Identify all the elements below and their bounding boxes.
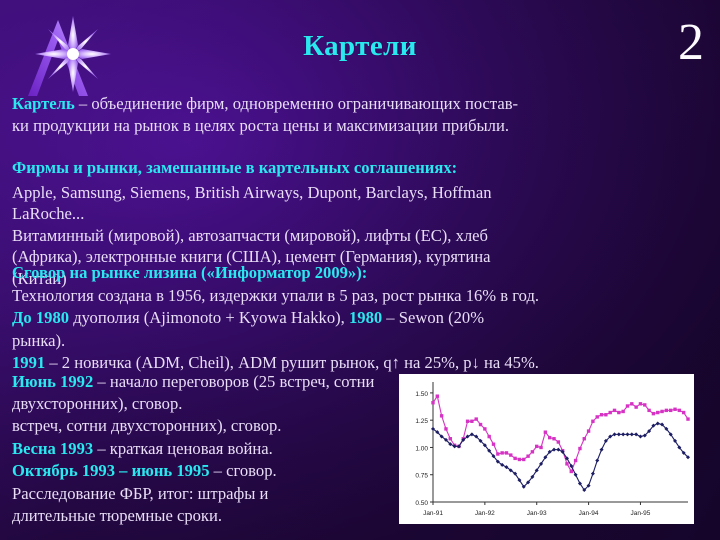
page-title: Картели bbox=[303, 30, 417, 62]
firms-line-3: Витаминный (мировой), автозапчасти (миро… bbox=[12, 225, 488, 245]
x-tick-label: Jan-95 bbox=[631, 510, 651, 517]
timeline-line-1-wrap: встреч, сотни двухсторонних), сговор. bbox=[12, 416, 282, 436]
timeline-line-2: Весна 1993 – краткая ценовая война. bbox=[12, 438, 432, 460]
timeline-line-1: Июнь 1992 – начало переговоров (25 встре… bbox=[12, 371, 432, 414]
case-line-2-mid: дуополия (Ajimonoto + Kyowa Hakko), bbox=[69, 308, 349, 328]
timeline-line-5: длительные тюремные сроки. bbox=[12, 506, 223, 526]
timeline-line-3: Октябрь 1993 – июнь 1995 – сговор. bbox=[12, 460, 432, 482]
timeline-line-3-rest: – сговор. bbox=[209, 461, 277, 481]
case-accent-1991: 1991 bbox=[12, 353, 46, 373]
case-line-3: рынка). bbox=[12, 330, 66, 350]
timeline-accent-oct93-jun95: Октябрь 1993 – июнь 1995 bbox=[12, 461, 210, 481]
firms-line-1: Apple, Samsung, Siemens, British Airways… bbox=[12, 182, 492, 202]
chart-svg: 0.500.751.001.251.50Jan-91 Jan-92 Jan-93 Ja… bbox=[415, 382, 690, 517]
series-magenta bbox=[431, 394, 690, 474]
price-chart: 0.50 0.75 1.00 1.25 1.50 Jan-91 Jan-92 Jan-93 Ja… bbox=[399, 374, 694, 524]
firms-heading: Фирмы и рынки, замешанные в картельных с… bbox=[12, 158, 458, 177]
slide-number: 2 bbox=[678, 14, 704, 71]
timeline-line-2-rest: – краткая ценовая война. bbox=[93, 438, 273, 458]
case-line-1: Технология создана в 1956, издержки упал… bbox=[12, 285, 540, 305]
case-accent-1980: 1980 bbox=[348, 308, 383, 328]
case-line-2-rest: – Sewon (20% bbox=[382, 308, 485, 328]
case-line-2: До 1980 дуополия (Ajimonoto + Kyowa Hakk… bbox=[12, 307, 712, 329]
case-block: Сговор на рынке лизина («Информатор 2009… bbox=[12, 262, 712, 375]
series-navy bbox=[431, 421, 690, 492]
definition-line-1-rest: – объединение фирм, одновременно огранич… bbox=[74, 94, 519, 113]
timeline-block: Июнь 1992 – начало переговоров (25 встре… bbox=[12, 371, 432, 528]
definition-line-1: Картель – объединение фирм, одновременно… bbox=[12, 93, 710, 115]
definition-line-2: ки продукции на рынок в целях роста цены… bbox=[12, 115, 509, 135]
firms-line-2: LaRoche... bbox=[12, 204, 85, 224]
timeline-accent-spring-1993: Весна 1993 bbox=[12, 438, 94, 458]
x-tick-label: Jan-92 bbox=[475, 510, 495, 517]
case-heading: Сговор на рынке лизина («Информатор 2009… bbox=[12, 263, 368, 282]
case-accent-do-1980: До 1980 bbox=[12, 308, 70, 328]
x-tick-label: Jan-93 bbox=[527, 510, 547, 517]
definition-block: Картель – объединение фирм, одновременно… bbox=[12, 93, 710, 136]
timeline-accent-june-1992: Июнь 1992 bbox=[12, 372, 94, 391]
timeline-line-4: Расследование ФБР, итог: штрафы и bbox=[12, 483, 269, 503]
x-tick-label: Jan-94 bbox=[579, 510, 599, 517]
slide-canvas: Картели 2 Картель – объединение фирм, од… bbox=[0, 0, 720, 540]
case-line-4-rest: – 2 новичка (ADM, Cheil), ADM рушит рыно… bbox=[45, 353, 539, 373]
